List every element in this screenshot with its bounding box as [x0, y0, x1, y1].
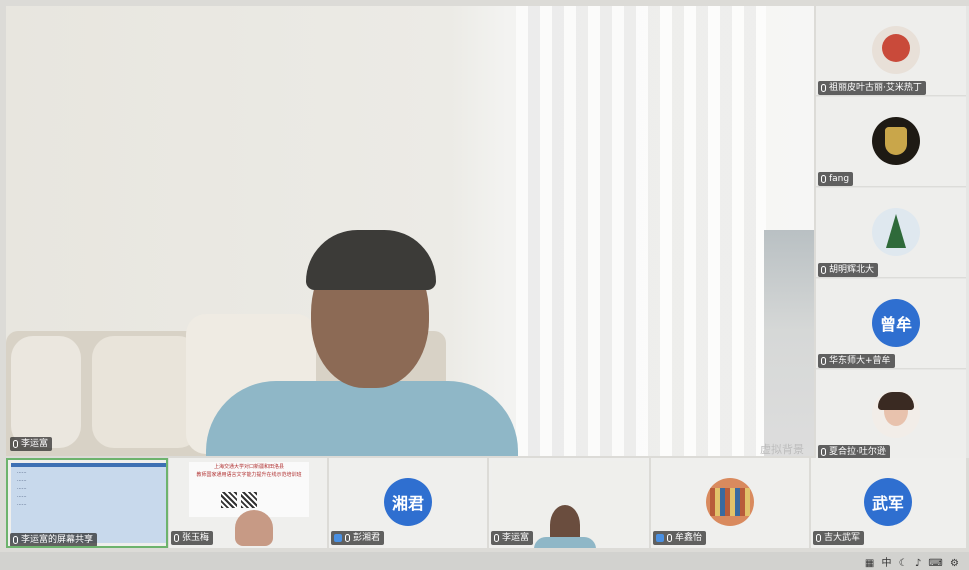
qr-code-icon: [221, 492, 237, 508]
mic-icon: [821, 448, 826, 456]
mic-icon: [821, 175, 826, 183]
shared-slide-thumbnail: ..............................: [11, 463, 166, 543]
participant-nametag: 李运富: [491, 531, 534, 545]
participant-initials-avatar: 曾牟: [872, 299, 920, 347]
mic-icon: [821, 357, 826, 365]
participant-avatar: [706, 478, 754, 526]
participant-nametag: 张玉梅: [171, 531, 214, 545]
participant-tile[interactable]: 上海交通大学对口新疆和田洛县 教师国家通用语言文字能力提升在线示范培训班 张玉梅: [169, 458, 327, 548]
participant-name: 张玉梅: [182, 533, 210, 543]
participant-avatar: [872, 208, 920, 256]
cn-input-icon[interactable]: 中: [881, 558, 893, 569]
user-icon: [656, 534, 664, 542]
participant-avatar: [872, 26, 920, 74]
participant-name: 胡明辉北大: [829, 265, 875, 275]
mic-icon: [13, 440, 18, 448]
participant-nametag: 李运富的屏幕共享: [10, 533, 98, 546]
participant-initials-avatar: 湘君: [384, 478, 432, 526]
participant-tile[interactable]: 武军 吉大武军: [811, 458, 966, 548]
background-window: [764, 230, 814, 456]
participant-name: 李运富: [502, 533, 530, 543]
main-speaker-name: 李运富: [21, 439, 49, 449]
participant-tile[interactable]: 李运富: [489, 458, 649, 548]
speaker-hair: [306, 230, 436, 290]
flyer-title: 上海交通大学对口新疆和田洛县: [213, 464, 284, 470]
participant-tile[interactable]: 胡明辉北大: [816, 188, 966, 278]
flyer-background: 上海交通大学对口新疆和田洛县 教师国家通用语言文字能力提升在线示范培训班: [189, 462, 309, 517]
flyer-subtitle: 教师国家通用语言文字能力提升在线示范培训班: [196, 472, 302, 478]
participant-nametag: 华东师大+曾牟: [818, 354, 895, 368]
participant-name: 彭湘君: [353, 533, 381, 543]
taskbar: ▦ 中 ☾ ♪ ⌨ ⚙: [0, 552, 969, 570]
participant-sidebar: 祖丽皮叶古丽·艾米热丁 fang 胡明辉北大 曾牟 华东师大+曾牟 夏合拉·吐尔…: [816, 6, 969, 460]
participant-initials-avatar: 武军: [864, 478, 912, 526]
mic-icon: [821, 84, 826, 92]
mic-icon: [174, 534, 179, 542]
meeting-window: 虚拟背景 李运富 祖丽皮叶古丽·艾米热丁 fang 胡明辉北大 曾牟 华东师大+…: [0, 0, 969, 570]
screenshare-tile[interactable]: .............................. 李运富的屏幕共享: [6, 458, 168, 548]
participant-avatar: [235, 510, 273, 546]
system-tray: ▦ 中 ☾ ♪ ⌨ ⚙: [865, 554, 961, 569]
speaker-shirt: [534, 537, 596, 548]
participant-tile[interactable]: 祖丽皮叶古丽·艾米热丁: [816, 6, 966, 96]
cushion: [11, 336, 81, 448]
participant-avatar: [872, 117, 920, 165]
mic-icon: [821, 266, 826, 274]
participant-name: fang: [829, 174, 850, 184]
participant-tile[interactable]: fang: [816, 97, 966, 187]
mic-icon: [816, 534, 821, 542]
mic-icon: [667, 534, 672, 542]
grid-icon[interactable]: ▦: [865, 558, 876, 569]
participant-nametag: 吉大武军: [813, 531, 865, 545]
participant-name: 华东师大+曾牟: [829, 356, 891, 366]
cushion: [92, 336, 200, 448]
keyboard-icon[interactable]: ⌨: [928, 558, 944, 569]
participant-tile[interactable]: 夏合拉·吐尔逊: [816, 370, 966, 460]
participant-tile[interactable]: 湘君 彭湘君: [329, 458, 487, 548]
participant-tile[interactable]: 牟鑫怡: [651, 458, 809, 548]
participant-nametag: 牟鑫怡: [653, 531, 707, 545]
main-speaker-video[interactable]: 虚拟背景 李运富: [6, 6, 814, 456]
speaker-shirt: [206, 381, 518, 456]
participant-nametag: 彭湘君: [331, 531, 385, 545]
participant-name: 吉大武军: [824, 533, 861, 543]
mic-icon[interactable]: ♪: [915, 558, 923, 569]
participant-name: 祖丽皮叶古丽·艾米热丁: [829, 83, 922, 93]
mic-icon: [494, 534, 499, 542]
background-curtain: [516, 6, 766, 456]
qr-code-icon: [241, 492, 257, 508]
participant-tile[interactable]: 曾牟 华东师大+曾牟: [816, 279, 966, 369]
virtual-background-watermark: 虚拟背景: [760, 443, 804, 456]
participant-nametag: 胡明辉北大: [818, 263, 879, 277]
participant-nametag: 祖丽皮叶古丽·艾米热丁: [818, 81, 926, 95]
main-speaker-nametag: 李运富: [10, 437, 53, 451]
participant-name: 夏合拉·吐尔逊: [829, 447, 886, 457]
gear-icon[interactable]: ⚙: [950, 558, 961, 569]
participant-name: 李运富的屏幕共享: [21, 535, 94, 545]
participant-strip: .............................. 李运富的屏幕共享 …: [6, 458, 969, 550]
participant-name: 牟鑫怡: [675, 533, 703, 543]
participant-nametag: 夏合拉·吐尔逊: [818, 445, 890, 459]
host-icon: [334, 534, 342, 542]
mic-icon: [345, 534, 350, 542]
participant-nametag: fang: [818, 172, 854, 186]
participant-avatar: [872, 390, 920, 438]
mic-icon: [13, 536, 18, 544]
moon-icon[interactable]: ☾: [899, 558, 910, 569]
